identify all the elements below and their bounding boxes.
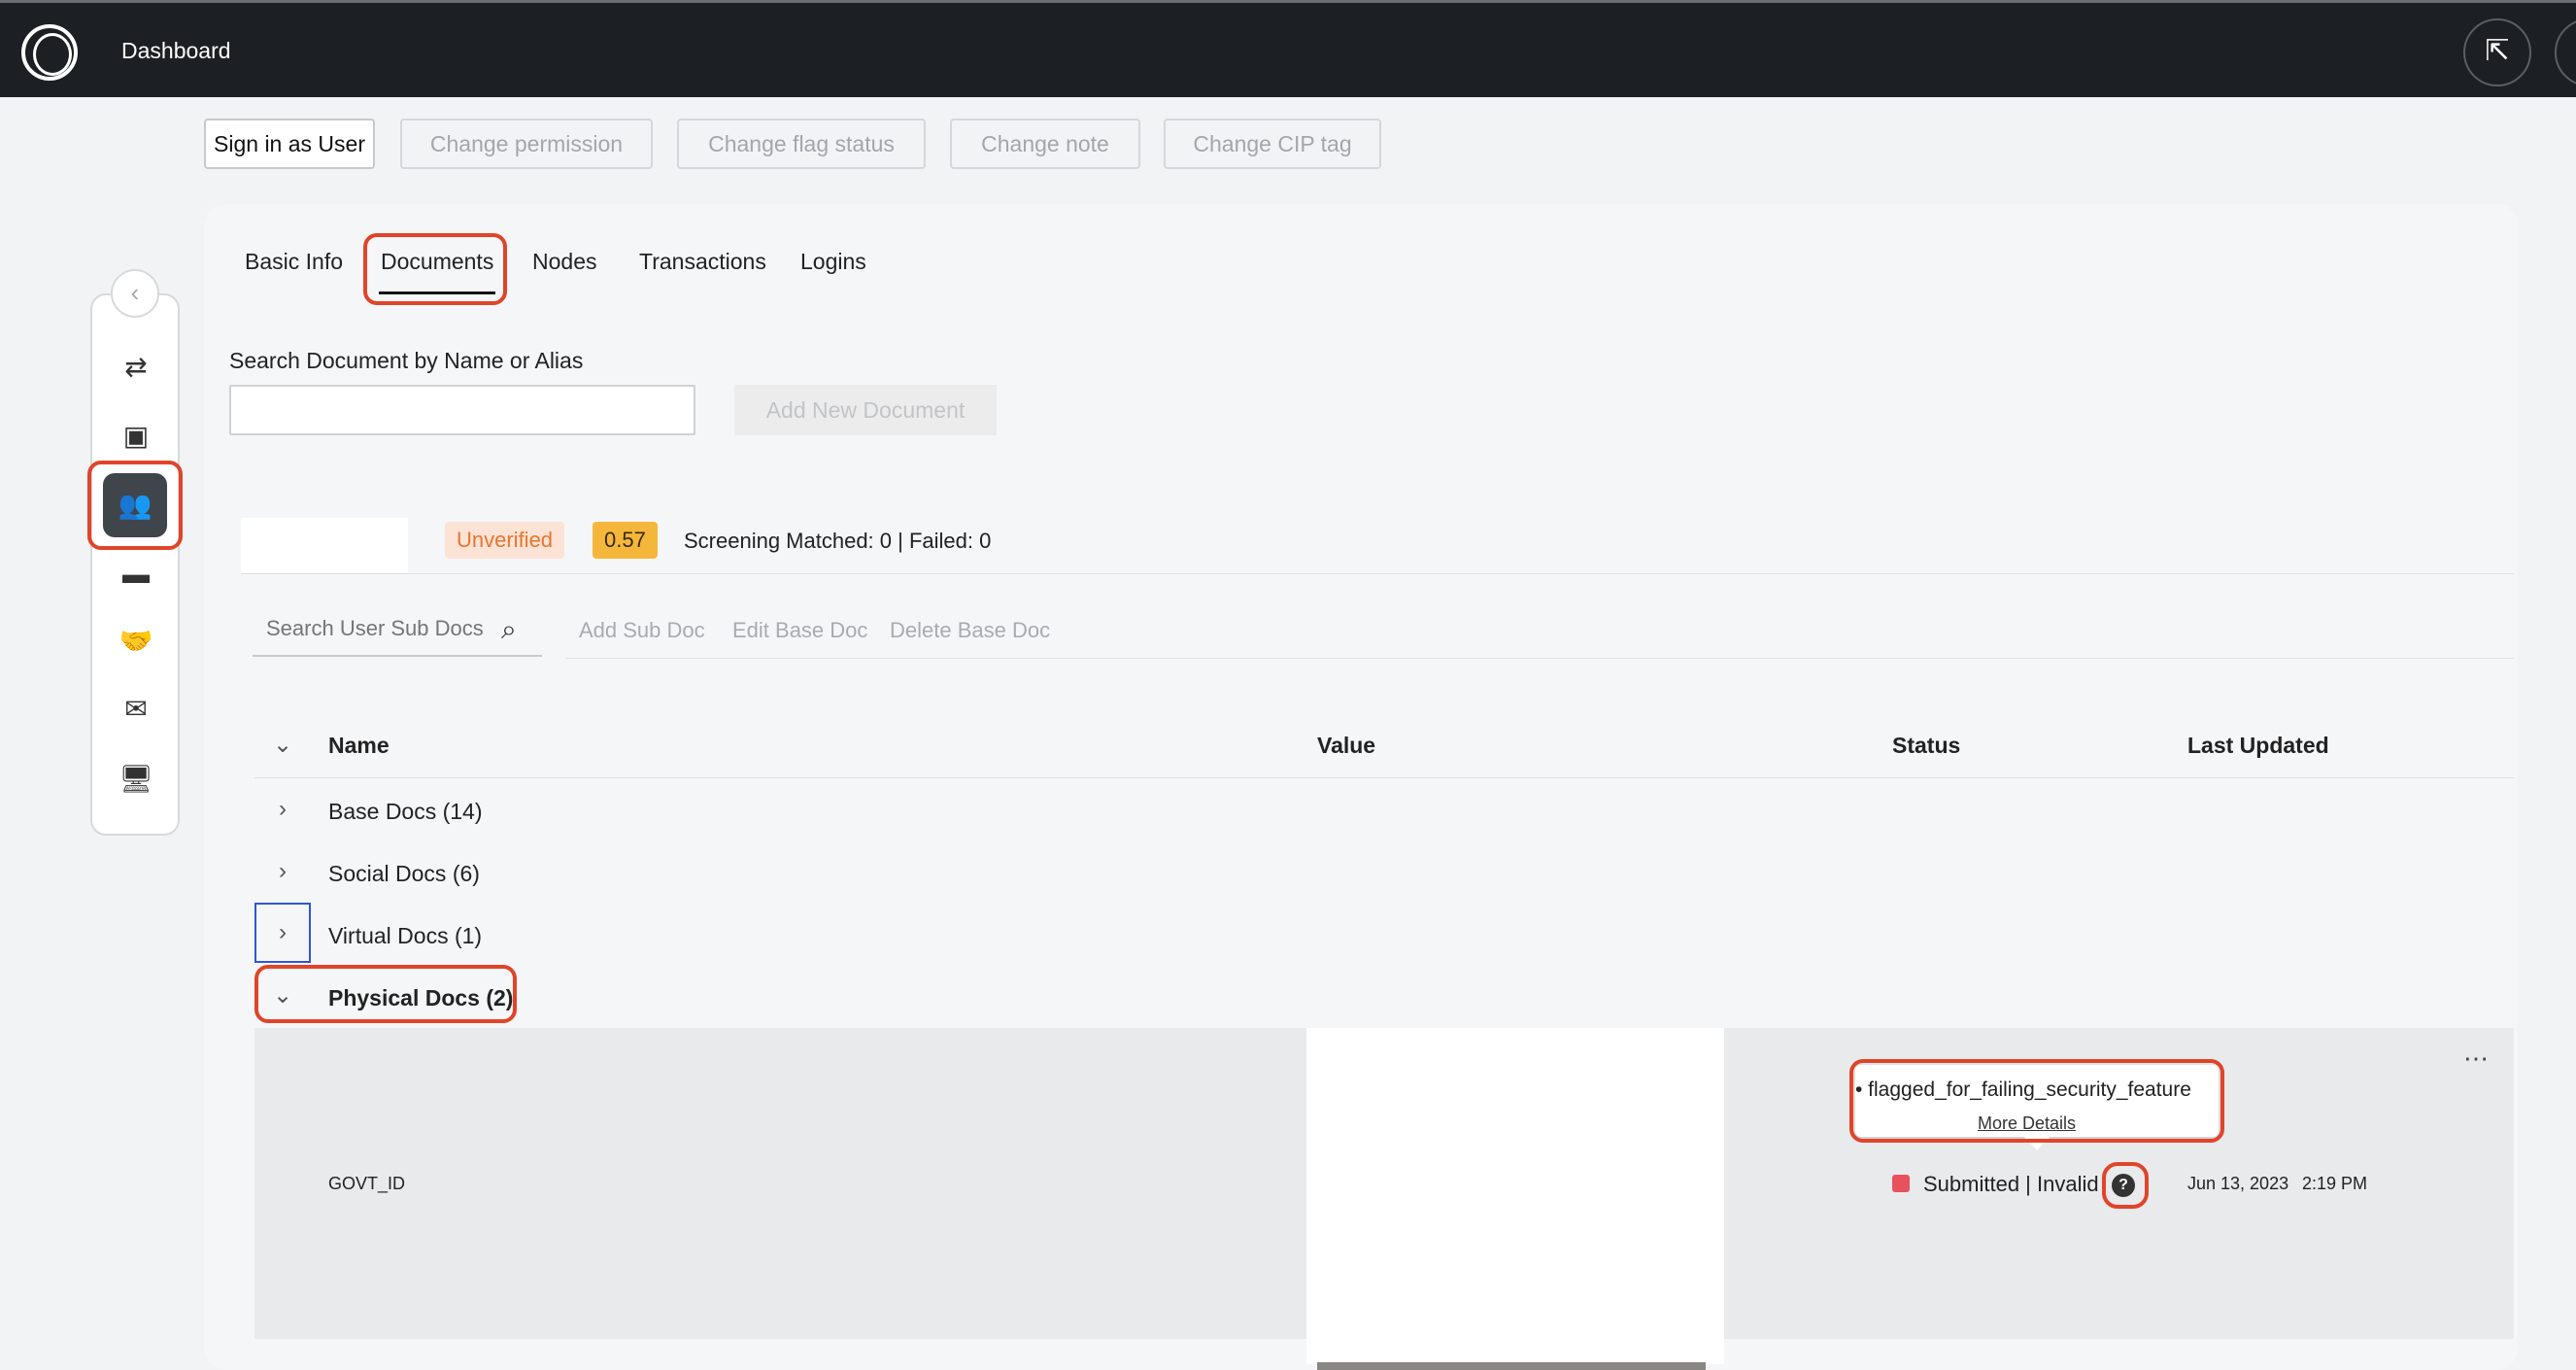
column-header-status[interactable]: Status	[1892, 733, 1960, 759]
tab-logins[interactable]: Logins	[800, 249, 866, 275]
mail-icon[interactable]: ✉	[115, 688, 157, 731]
last-updated-date: Jun 13, 2023	[2187, 1174, 2289, 1193]
collapse-rail-button[interactable]: ‹	[111, 269, 159, 318]
highlight-help-icon	[2102, 1162, 2149, 1209]
highlight-flag-tooltip	[1849, 1059, 2224, 1143]
edit-base-doc-button[interactable]: Edit Base Doc	[732, 618, 867, 643]
add-sub-doc-button[interactable]: Add Sub Doc	[579, 618, 705, 643]
chevron-right-icon[interactable]: ›	[268, 918, 297, 947]
highlight-documents-tab	[363, 233, 507, 305]
exit-icon[interactable]: ⇱	[2463, 18, 2531, 86]
score-badge: 0.57	[593, 522, 658, 559]
change-note-button[interactable]: Change note	[950, 119, 1140, 169]
app-title: Dashboard	[121, 38, 231, 63]
change-cip-tag-button[interactable]: Change CIP tag	[1164, 119, 1381, 169]
user-name-placeholder	[241, 518, 408, 572]
last-updated-time: 2:19 PM	[2302, 1174, 2368, 1193]
top-bar: Dashboard ⇱	[0, 0, 2576, 97]
group-base-docs[interactable]: Base Docs (14)	[328, 799, 483, 825]
divider	[565, 658, 2514, 659]
handshake-icon[interactable]: 🤝	[115, 620, 157, 663]
group-virtual-docs[interactable]: Virtual Docs (1)	[328, 923, 482, 949]
sign-in-as-user-button[interactable]: Sign in as User	[204, 119, 375, 169]
delete-base-doc-button[interactable]: Delete Base Doc	[890, 618, 1050, 643]
search-document-input[interactable]	[229, 385, 695, 435]
divider	[254, 777, 2514, 778]
group-social-docs[interactable]: Social Docs (6)	[328, 861, 480, 887]
search-sub-docs-input[interactable]	[253, 602, 542, 657]
chevron-right-icon[interactable]: ›	[268, 857, 297, 886]
more-options-icon[interactable]: ⋯	[2463, 1044, 2491, 1074]
search-document-label: Search Document by Name or Alias	[229, 348, 584, 373]
top-bar-extra-button[interactable]	[2555, 18, 2576, 86]
document-name: GOVT_ID	[328, 1174, 406, 1193]
tab-basic-info[interactable]: Basic Info	[245, 249, 343, 275]
add-new-document-button[interactable]: Add New Document	[734, 385, 997, 435]
collapse-all-chevron-icon[interactable]: ⌄	[268, 731, 297, 760]
highlight-physical-docs	[254, 965, 517, 1023]
transfer-icon[interactable]: ⇄	[115, 346, 157, 389]
status-indicator	[1892, 1175, 1910, 1192]
screening-summary: Screening Matched: 0 | Failed: 0	[684, 529, 992, 553]
tab-transactions[interactable]: Transactions	[639, 249, 766, 275]
status-badge: Unverified	[445, 522, 565, 559]
divider	[241, 573, 2514, 574]
search-icon[interactable]: ⌕	[501, 614, 532, 645]
ticket-icon[interactable]: ▬	[115, 553, 157, 596]
change-flag-status-button[interactable]: Change flag status	[677, 119, 926, 169]
chevron-right-icon[interactable]: ›	[268, 795, 297, 824]
highlight-users-nav	[87, 461, 183, 550]
app-logo-icon[interactable]	[21, 24, 78, 81]
tab-nodes[interactable]: Nodes	[532, 249, 596, 275]
change-permission-button[interactable]: Change permission	[400, 119, 653, 169]
document-image-strip	[1317, 1362, 1706, 1370]
document-value-preview	[1306, 1028, 1724, 1364]
column-header-name[interactable]: Name	[328, 733, 390, 759]
monitor-icon[interactable]: 🖥	[115, 758, 157, 801]
column-header-value[interactable]: Value	[1317, 733, 1375, 759]
document-status: Submitted | Invalid	[1923, 1172, 2099, 1196]
column-header-last-updated[interactable]: Last Updated	[2187, 733, 2329, 759]
inbox-icon[interactable]: ▣	[115, 415, 157, 458]
